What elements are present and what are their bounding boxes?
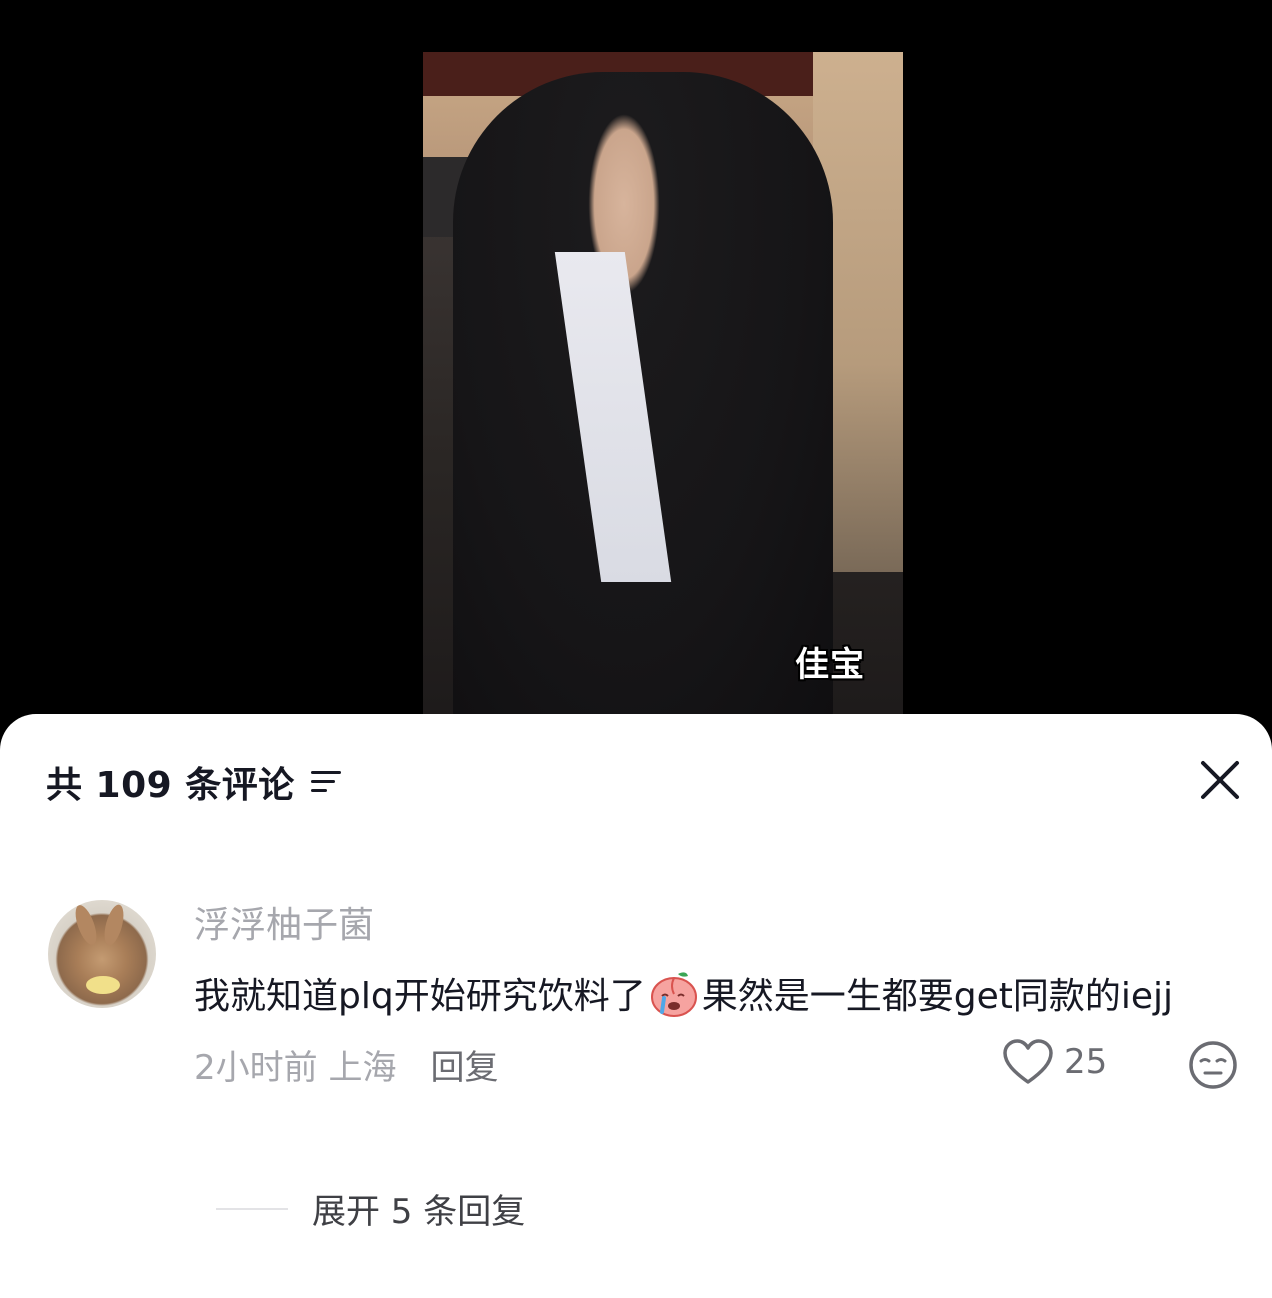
heart-icon [1003,1039,1053,1084]
dislike-button[interactable] [1188,1040,1238,1090]
filter-lines-icon[interactable] [310,767,343,797]
like-button[interactable]: 25 [1002,1038,1107,1086]
video-caption: 佳宝 [795,645,865,685]
comment-username[interactable]: 浮浮柚子菌 [194,900,1234,952]
expand-replies-label: 展开 5 条回复 [312,1192,526,1232]
video-player[interactable]: 佳宝 [423,52,903,732]
expand-replies-button[interactable]: 展开 5 条回复 [216,1184,525,1233]
like-count: 25 [1064,1042,1108,1082]
reply-button[interactable]: 回复 [430,1040,498,1089]
comment-text-part-2: 果然是一生都要get同款的iejj [701,976,1173,1017]
crying-peach-emoji [650,972,697,1017]
avatar[interactable] [48,900,156,1008]
app-root: 佳宝 共 109 条评论 浮浮柚子菌 我就知道plq开始研究饮料了 果然是一生都… [0,0,1272,1298]
comment-text: 我就知道plq开始研究饮料了 果然是一生都要get同款的iejj [194,964,1234,1030]
comment-sheet-header: 共 109 条评论 [46,758,343,806]
comment-time-location: 2小时前 上海 [194,1047,397,1088]
close-icon [1201,761,1239,799]
meh-face-icon [1189,1041,1237,1089]
comment-text-part-1: 我就知道plq开始研究饮料了 [194,976,646,1017]
comment-sheet: 共 109 条评论 浮浮柚子菌 我就知道plq开始研究饮料了 果然是一生都要ge… [0,714,1272,1298]
comment-body: 浮浮柚子菌 我就知道plq开始研究饮料了 果然是一生都要get同款的iejj 2… [194,900,1237,1094]
close-button[interactable] [1198,758,1242,802]
expand-divider [216,1207,288,1210]
comment-meta: 2小时前 上海 回复 25 [194,1034,1237,1094]
comment-count-title: 共 109 条评论 [46,765,295,806]
